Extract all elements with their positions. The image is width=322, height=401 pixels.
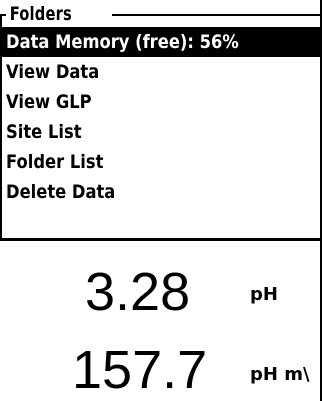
- panel-border-top: [112, 14, 320, 16]
- menu-item-label: Site List: [6, 121, 82, 143]
- ph-mv-reading: 157.7 pH m\: [0, 340, 322, 400]
- panel-border-top-left: [0, 14, 6, 16]
- ph-value: 3.28: [85, 262, 191, 322]
- menu-item-delete-data[interactable]: Delete Data: [2, 177, 320, 207]
- ph-unit: pH: [250, 284, 278, 305]
- menu-item-view-glp[interactable]: View GLP: [2, 87, 320, 117]
- menu-item-label: Delete Data: [6, 181, 116, 203]
- folders-menu-panel: Folders Data Memory (free): 56% View Dat…: [0, 0, 322, 241]
- ph-mv-value: 157.7: [72, 340, 208, 400]
- menu-item-label: Folder List: [6, 151, 104, 173]
- menu-item-folder-list[interactable]: Folder List: [2, 147, 320, 177]
- menu-item-label: View Data: [6, 61, 100, 83]
- panel-title: Folders: [8, 3, 74, 25]
- folders-menu-list: Data Memory (free): 56% View Data View G…: [2, 27, 320, 207]
- ph-mv-unit: pH m\: [250, 364, 310, 385]
- menu-item-label: View GLP: [6, 91, 92, 113]
- menu-item-site-list[interactable]: Site List: [2, 117, 320, 147]
- meter-screen: Folders Data Memory (free): 56% View Dat…: [0, 0, 322, 401]
- menu-item-data-memory[interactable]: Data Memory (free): 56%: [2, 27, 320, 57]
- ph-reading: 3.28 pH: [0, 262, 322, 322]
- menu-item-view-data[interactable]: View Data: [2, 57, 320, 87]
- menu-item-label: Data Memory (free): 56%: [6, 31, 239, 53]
